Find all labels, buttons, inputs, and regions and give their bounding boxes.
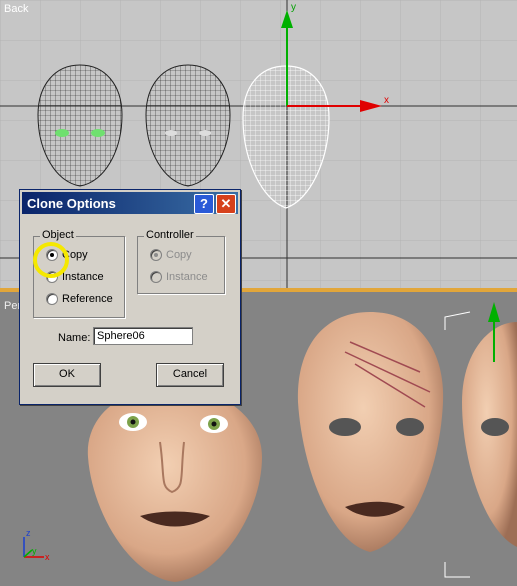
shaded-head[interactable] — [297, 312, 444, 552]
name-label: Name: — [58, 332, 91, 344]
cancel-button[interactable]: Cancel — [156, 363, 224, 387]
controller-copy-radio[interactable]: Copy — [150, 249, 192, 262]
object-reference-radio[interactable]: Reference — [46, 293, 113, 306]
controller-group-label: Controller — [144, 229, 196, 241]
radio-dot-icon — [150, 271, 162, 284]
radio-label: Copy — [166, 249, 192, 261]
dialog-title: Clone Options — [27, 196, 116, 211]
clone-options-dialog[interactable]: Clone Options ? ✕ Object Copy Instance R… — [19, 189, 241, 405]
axis-y-label: y — [291, 2, 296, 13]
axis-x-label: x — [384, 95, 389, 106]
radio-label: Instance — [62, 271, 104, 283]
controller-instance-radio[interactable]: Instance — [150, 271, 208, 284]
radio-label: Instance — [166, 271, 208, 283]
radio-label: Reference — [62, 293, 113, 305]
highlight-ring — [33, 242, 69, 278]
shaded-head[interactable] — [87, 387, 263, 582]
shaded-head[interactable] — [462, 322, 517, 547]
viewport-label[interactable]: Back — [4, 3, 28, 15]
radio-dot-icon — [150, 249, 162, 262]
help-button[interactable]: ? — [194, 194, 214, 214]
object-group-label: Object — [40, 229, 76, 241]
world-axis-icon: z x y — [23, 528, 50, 562]
name-input[interactable] — [93, 327, 193, 345]
close-button[interactable]: ✕ — [216, 194, 236, 214]
axis-y-label: y — [32, 546, 37, 556]
controller-group: Controller Copy Instance — [137, 229, 225, 294]
axis-x-label: x — [45, 552, 50, 562]
radio-dot-icon — [46, 293, 58, 306]
ok-button[interactable]: OK — [33, 363, 101, 387]
axis-z-label: z — [26, 528, 31, 538]
dialog-titlebar[interactable]: Clone Options ? ✕ — [22, 192, 238, 214]
